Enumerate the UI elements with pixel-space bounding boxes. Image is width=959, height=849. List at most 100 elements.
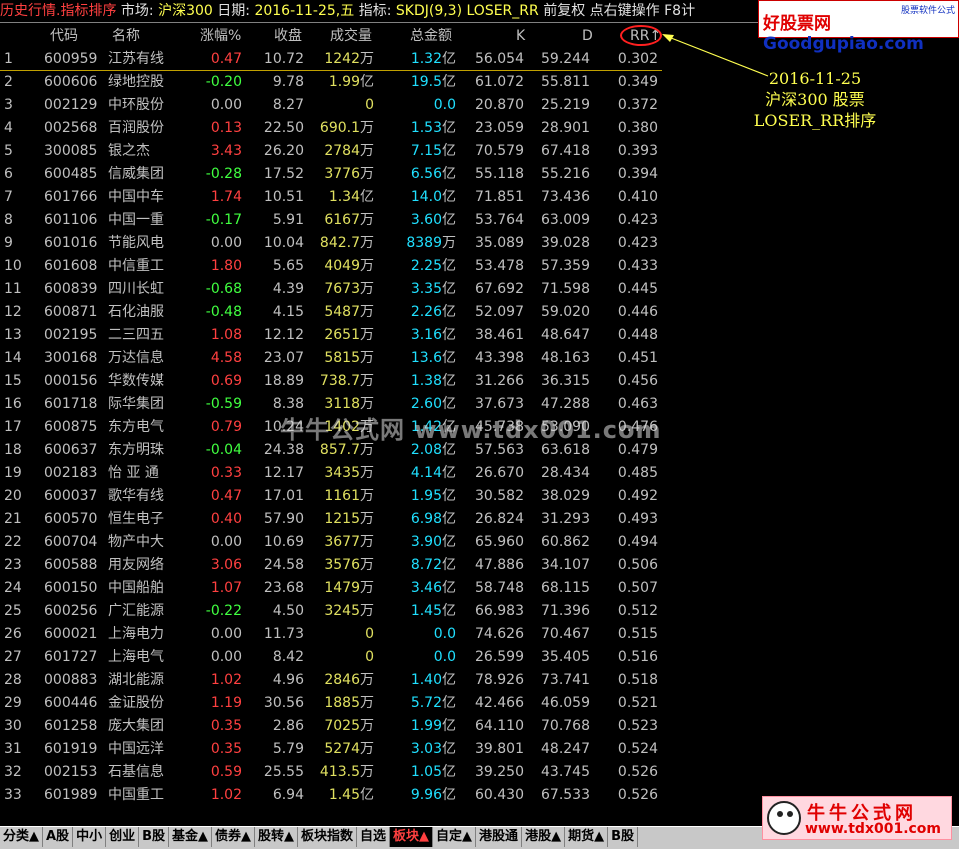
stock-code: 600704	[44, 534, 98, 550]
k-value: 67.692	[475, 281, 524, 297]
tab-0[interactable]: 分类▲	[0, 827, 43, 847]
d-value: 35.405	[541, 649, 590, 665]
row-index: 31	[4, 741, 22, 757]
table-row[interactable]: 8 601106 中国一重 -0.17 5.91 6167万 3.60亿 53.764 63.0…	[0, 209, 959, 232]
volume-unit: 万	[360, 465, 374, 481]
close-price: 6.94	[272, 787, 304, 803]
stock-code: 300085	[44, 143, 98, 159]
table-row[interactable]: 25 600256 广汇能源 -0.22 4.50 3245万 1.45亿 66.983 71.…	[0, 600, 959, 623]
column-close[interactable]: 收盘	[274, 24, 302, 48]
first-row-separator	[0, 70, 662, 71]
table-row[interactable]: 5 300085 银之杰 3.43 26.20 2784万 7.15亿 70.579 67.41…	[0, 140, 959, 163]
amount-unit: 亿	[442, 534, 456, 550]
volume: 0	[310, 623, 374, 646]
rr-value: 0.512	[617, 603, 658, 619]
table-row[interactable]: 28 000883 湖北能源 1.02 4.96 2846万 1.40亿 78.926 73.7…	[0, 669, 959, 692]
tab-5[interactable]: 基金▲	[169, 827, 213, 847]
close-price: 26.20	[263, 143, 304, 159]
table-row[interactable]: 12 600871 石化油服 -0.48 4.15 5487万 2.26亿 52.097 59.…	[0, 301, 959, 324]
tab-14[interactable]: 期货▲	[565, 827, 609, 847]
table-row[interactable]: 10 601608 中信重工 1.80 5.65 4049万 2.25亿 53.478 57.3…	[0, 255, 959, 278]
date-value[interactable]: 2016-11-25,五	[254, 3, 354, 19]
date-label: 日期:	[217, 3, 250, 19]
column-change[interactable]: 涨幅%	[200, 24, 241, 48]
tab-12[interactable]: 港股通	[476, 827, 523, 847]
close-price: 2.86	[272, 718, 304, 734]
k-value: 61.072	[475, 74, 524, 90]
rr-value: 0.485	[617, 465, 658, 481]
k-value: 66.983	[475, 603, 524, 619]
table-row[interactable]: 23 600588 用友网络 3.06 24.58 3576万 8.72亿 47.886 34.…	[0, 554, 959, 577]
table-row[interactable]: 32 002153 石基信息 0.59 25.55 413.5万 1.05亿 39.250 43…	[0, 761, 959, 784]
amount: 0.0	[392, 646, 456, 669]
table-row[interactable]: 7 601766 中国中车 1.74 10.51 1.34亿 14.0亿 71.851 73.4…	[0, 186, 959, 209]
table-row[interactable]: 26 600021 上海电力 0.00 11.73 0 0.0 74.626 70.467 0.5…	[0, 623, 959, 646]
tab-2[interactable]: 中小	[73, 827, 107, 847]
table-row[interactable]: 11 600839 四川长虹 -0.68 4.39 7673万 3.35亿 67.692 71.…	[0, 278, 959, 301]
tab-11[interactable]: 自定▲	[433, 827, 477, 847]
rr-value: 0.448	[617, 327, 658, 343]
tab-7[interactable]: 股转▲	[255, 827, 299, 847]
volume: 1161万	[310, 485, 374, 508]
d-value: 59.020	[541, 304, 590, 320]
stock-name: 歌华有线	[108, 488, 164, 504]
table-row[interactable]: 14 300168 万达信息 4.58 23.07 5815万 13.6亿 43.398 48.…	[0, 347, 959, 370]
volume: 1215万	[310, 508, 374, 531]
change-percent: 0.00	[210, 649, 242, 665]
table-row[interactable]: 27 601727 上海电气 0.00 8.42 0 0.0 26.599 35.405 0.51…	[0, 646, 959, 669]
indicator-line[interactable]: LOSER_RR	[467, 3, 539, 19]
amount-unit: 亿	[442, 718, 456, 734]
table-row[interactable]: 6 600485 信威集团 -0.28 17.52 3776万 6.56亿 55.118 55.…	[0, 163, 959, 186]
table-row[interactable]: 20 600037 歌华有线 0.47 17.01 1161万 1.95亿 30.582 38.…	[0, 485, 959, 508]
table-row[interactable]: 19 002183 怡 亚 通 0.33 12.17 3435万 4.14亿 26.670 28…	[0, 462, 959, 485]
tab-10[interactable]: 板块▲	[390, 827, 434, 847]
stock-name: 绿地控股	[108, 74, 164, 90]
tab-4[interactable]: B股	[139, 827, 170, 847]
table-row[interactable]: 30 601258 庞大集团 0.35 2.86 7025万 1.99亿 64.110 70.7…	[0, 715, 959, 738]
table-row[interactable]: 9 601016 节能风电 0.00 10.04 842.7万 8389万 35.089 39.…	[0, 232, 959, 255]
d-value: 60.862	[541, 534, 590, 550]
row-index: 4	[4, 120, 13, 136]
column-amount[interactable]: 总金额	[410, 24, 452, 48]
tab-9[interactable]: 自选	[357, 827, 391, 847]
amount-value: 2.25	[410, 258, 442, 274]
market-label: 市场:	[120, 3, 154, 19]
tab-13[interactable]: 港股▲	[522, 827, 566, 847]
stock-name: 怡 亚 通	[108, 465, 159, 481]
row-index: 32	[4, 764, 22, 780]
k-value: 43.398	[475, 350, 524, 366]
table-row[interactable]: 31 601919 中国远洋 0.35 5.79 5274万 3.03亿 39.801 48.2…	[0, 738, 959, 761]
table-row[interactable]: 29 600446 金证股份 1.19 30.56 1885万 5.72亿 42.466 46.…	[0, 692, 959, 715]
tab-8[interactable]: 板块指数	[298, 827, 358, 847]
row-index: 11	[4, 281, 22, 297]
stock-code: 002183	[44, 465, 98, 481]
amount-value: 14.0	[410, 189, 442, 205]
change-percent: -0.04	[205, 442, 242, 458]
column-d[interactable]: D	[582, 24, 593, 48]
stock-code: 601919	[44, 741, 98, 757]
tab-3[interactable]: 创业	[106, 827, 140, 847]
tab-1[interactable]: A股	[43, 827, 74, 847]
column-volume[interactable]: 成交量	[330, 24, 372, 48]
tab-15[interactable]: B股	[608, 827, 638, 847]
table-row[interactable]: 22 600704 物产中大 0.00 10.69 3677万 3.90亿 65.960 60.…	[0, 531, 959, 554]
tab-6[interactable]: 债券▲	[212, 827, 256, 847]
indicator-value[interactable]: SKDJ(9,3)	[396, 3, 462, 19]
change-percent: 1.80	[210, 258, 242, 274]
k-value: 71.851	[475, 189, 524, 205]
table-row[interactable]: 24 600150 中国船舶 1.07 23.68 1479万 3.46亿 58.748 68.…	[0, 577, 959, 600]
row-index: 21	[4, 511, 22, 527]
amount-value: 6.56	[410, 166, 442, 182]
stock-code: 000156	[44, 373, 98, 389]
table-row[interactable]: 21 600570 恒生电子 0.40 57.90 1215万 6.98亿 26.824 31.…	[0, 508, 959, 531]
volume: 738.7万	[310, 370, 374, 393]
table-row[interactable]: 15 000156 华数传媒 0.69 18.89 738.7万 1.38亿 31.266 36…	[0, 370, 959, 393]
column-name[interactable]: 名称	[112, 24, 140, 48]
column-code[interactable]: 代码	[50, 24, 78, 48]
table-row[interactable]: 13 002195 二三四五 1.08 12.12 2651万 3.16亿 38.461 48.…	[0, 324, 959, 347]
adjust-mode[interactable]: 前复权	[543, 3, 585, 19]
market-value[interactable]: 沪深300	[158, 3, 213, 19]
stock-code: 601016	[44, 235, 98, 251]
column-k[interactable]: K	[516, 24, 525, 48]
k-value: 52.097	[475, 304, 524, 320]
